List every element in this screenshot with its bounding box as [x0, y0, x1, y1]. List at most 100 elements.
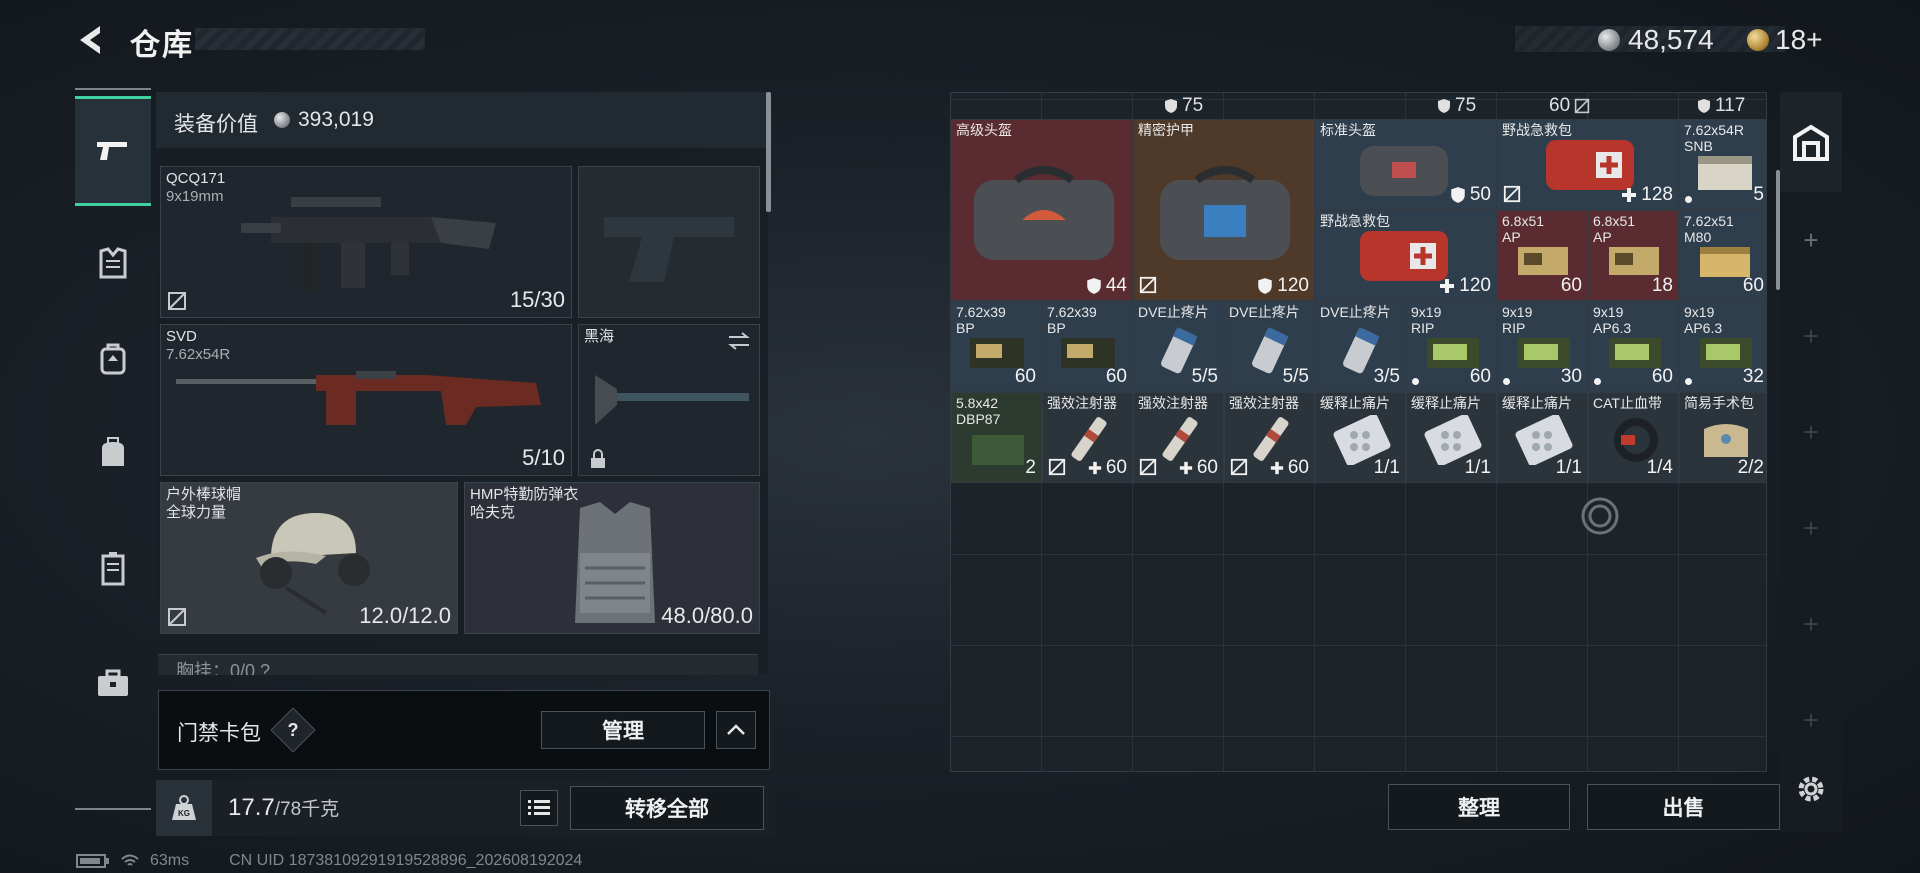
- transfer-all-button[interactable]: 转移全部: [570, 786, 764, 830]
- vest-slot[interactable]: HMP特勤防弹衣 哈夫克 48.0/80.0: [464, 482, 760, 634]
- gold-currency[interactable]: 18+: [1747, 24, 1823, 56]
- nav-bag[interactable]: [75, 398, 151, 508]
- vest-durability: 48.0/80.0: [661, 603, 753, 628]
- sort-button[interactable]: 整理: [1388, 784, 1570, 830]
- storage-tab-main[interactable]: [1780, 92, 1842, 192]
- item-dve-painkiller-2[interactable]: DVE止疼片 5/5: [1224, 301, 1315, 392]
- item-6.8x51-ap-2[interactable]: 6.8x51 AP 18: [1588, 210, 1679, 301]
- chevron-up-icon: [727, 724, 745, 735]
- item-dve-painkiller[interactable]: DVE止疼片 5/5: [1133, 301, 1224, 392]
- equipment-scrollbar[interactable]: [766, 92, 771, 212]
- strip-item-1[interactable]: 75: [1164, 93, 1203, 119]
- no-insure-icon: [168, 292, 186, 310]
- shield-icon: [1087, 278, 1101, 294]
- pistol-icon: [97, 142, 127, 160]
- item-7.62x39-bp-2[interactable]: 7.62x39 BP 60: [1042, 301, 1133, 392]
- nav-toolbox[interactable]: [75, 628, 151, 738]
- add-tab-button[interactable]: +: [1780, 606, 1842, 642]
- dot-icon: [1412, 378, 1419, 385]
- item-strong-injector-2[interactable]: 强效注射器 60: [1133, 392, 1224, 483]
- item-strong-injector[interactable]: 强效注射器 60: [1042, 392, 1133, 483]
- secondary-weapon-name: SVD: [166, 328, 197, 345]
- item-advanced-helmet[interactable]: 高级头盔 44: [951, 119, 1133, 301]
- sidearm-slot-empty[interactable]: [578, 166, 760, 318]
- list-view-button[interactable]: [520, 790, 558, 826]
- storage-tabs-nav: + + + + + +: [1780, 92, 1842, 832]
- access-card-bar: 门禁卡包 ? 管理: [158, 690, 770, 770]
- add-tab-button[interactable]: +: [1780, 702, 1842, 738]
- rifle-image: [176, 371, 541, 425]
- item-dve-painkiller-3[interactable]: DVE止疼片 3/5: [1315, 301, 1406, 392]
- strip-item-2[interactable]: 75: [1437, 93, 1476, 119]
- shield-icon: [1438, 99, 1450, 113]
- strip-item-3[interactable]: 60: [1549, 93, 1590, 119]
- nav-weapons[interactable]: [75, 96, 151, 206]
- ammo-box-image: [1609, 247, 1659, 275]
- no-insure-icon: [1139, 458, 1157, 476]
- strip-item-4[interactable]: 117: [1697, 93, 1745, 119]
- item-7.62x51-m80[interactable]: 7.62x51 M80 60: [1679, 210, 1766, 301]
- gear-icon: [1798, 776, 1824, 802]
- bag-image: [1160, 166, 1290, 260]
- nav-backpack[interactable]: [75, 303, 151, 413]
- add-tab-button[interactable]: +: [1780, 510, 1842, 546]
- melee-slot[interactable]: 黑海: [578, 324, 760, 476]
- item-9x19-ap6.3[interactable]: 9x19 AP6.3 60: [1588, 301, 1679, 392]
- silver-currency[interactable]: 48,574: [1598, 24, 1714, 56]
- nav-case[interactable]: [75, 513, 151, 623]
- helmet-slot[interactable]: 户外棒球帽 全球力量 12.0/12.0: [160, 482, 458, 634]
- no-insure-icon: [1503, 185, 1521, 203]
- ammo-box-image: [1518, 247, 1568, 275]
- cap-image: [256, 513, 370, 615]
- item-precision-armor[interactable]: 精密护甲 120: [1133, 119, 1315, 301]
- silver-amount: 48,574: [1628, 24, 1714, 55]
- item-simple-surgery-kit[interactable]: 简易手术包 2/2: [1679, 392, 1766, 483]
- add-tab-button[interactable]: +: [1780, 318, 1842, 354]
- primary-weapon-name: QCQ171: [166, 170, 226, 187]
- item-9x19-rip[interactable]: 9x19 RIP 60: [1406, 301, 1497, 392]
- manage-button[interactable]: 管理: [541, 711, 705, 749]
- helmet-durability: 12.0/12.0: [359, 603, 451, 628]
- settings-button[interactable]: [1794, 772, 1828, 811]
- item-slow-release-painkiller-3[interactable]: 缓释止痛片 1/1: [1497, 392, 1588, 483]
- add-tab-button[interactable]: +: [1780, 222, 1842, 258]
- item-strong-injector-3[interactable]: 强效注射器 60: [1224, 392, 1315, 483]
- secondary-weapon-slot[interactable]: SVD 7.62x54R 5/10: [160, 324, 572, 476]
- item-cat-tourniquet[interactable]: CAT止血带 1/4: [1588, 392, 1679, 483]
- shield-icon: [1451, 187, 1465, 203]
- sell-button[interactable]: 出售: [1587, 784, 1780, 830]
- back-icon[interactable]: [74, 22, 110, 58]
- secondary-weapon-ammo-count: 5/10: [522, 445, 565, 470]
- shield-icon: [1258, 278, 1273, 294]
- ammo-box-image: [972, 435, 1024, 465]
- item-field-first-aid-kit-2[interactable]: 野战急救包 120: [1315, 210, 1497, 301]
- expand-button[interactable]: [716, 711, 756, 749]
- left-category-nav: [75, 88, 151, 810]
- nav-armor[interactable]: [75, 208, 151, 318]
- page-title: 仓库: [130, 29, 194, 62]
- item-9x19-ap6.3-2[interactable]: 9x19 AP6.3 32: [1679, 301, 1766, 392]
- item-5.8x42-dbp87[interactable]: 5.8x42 DBP87 2: [951, 392, 1042, 483]
- help-icon[interactable]: ?: [270, 707, 316, 753]
- item-standard-helmet[interactable]: 标准头盔 50: [1315, 119, 1497, 210]
- armor-icon: [99, 247, 127, 279]
- vest-image: [575, 502, 655, 623]
- dot-icon: [1503, 378, 1510, 385]
- item-9x19-rip-2[interactable]: 9x19 RIP 30: [1497, 301, 1588, 392]
- nav-bottom-divider: [75, 808, 151, 810]
- equipment-panel: 装备价值 393,019 QCQ171 9x19mm 15/30 SVD 7.6…: [156, 92, 768, 675]
- access-card-label: 门禁卡包: [177, 722, 261, 745]
- item-7.62x54r-snb[interactable]: 7.62x54R SNB 5: [1679, 119, 1766, 210]
- add-tab-button[interactable]: +: [1780, 414, 1842, 450]
- target-icon[interactable]: [1580, 496, 1620, 536]
- item-7.62x39-bp[interactable]: 7.62x39 BP 60: [951, 301, 1042, 392]
- chest-rig-slot[interactable]: 胸挂：0/0 ?: [158, 654, 758, 675]
- item-field-first-aid-kit[interactable]: 野战急救包 128: [1497, 119, 1679, 210]
- item-slow-release-painkiller-2[interactable]: 缓释止痛片 1/1: [1406, 392, 1497, 483]
- item-6.8x51-ap[interactable]: 6.8x51 AP 60: [1497, 210, 1588, 301]
- no-insure-icon: [1048, 458, 1066, 476]
- primary-weapon-slot[interactable]: QCQ171 9x19mm 15/30: [160, 166, 572, 318]
- item-slow-release-painkiller[interactable]: 缓释止痛片 1/1: [1315, 392, 1406, 483]
- swap-icon[interactable]: [727, 331, 751, 351]
- battery-icon: [76, 854, 109, 868]
